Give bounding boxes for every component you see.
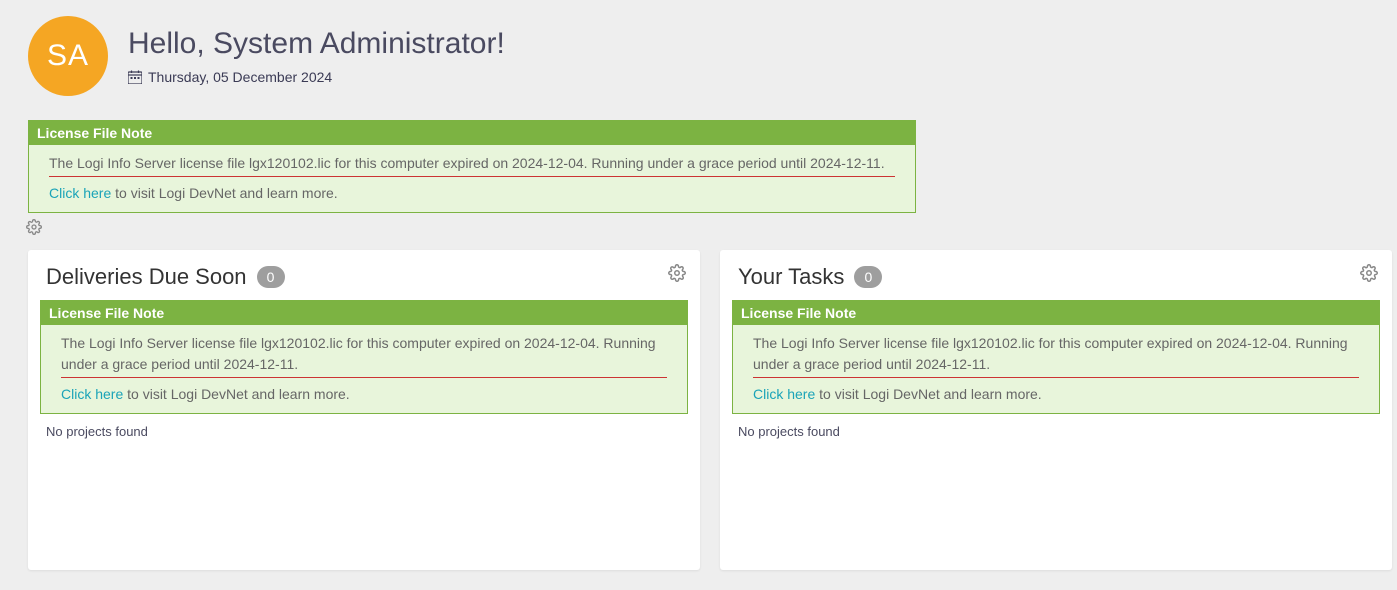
current-date: Thursday, 05 December 2024	[128, 69, 505, 85]
license-note-main: License File Note The Logi Info Server l…	[28, 120, 916, 213]
license-link-suffix: to visit Logi DevNet and learn more.	[815, 386, 1041, 402]
tasks-panel: Your Tasks 0 License File Note The Logi …	[720, 250, 1392, 570]
deliveries-empty-message: No projects found	[40, 420, 688, 443]
license-note-message: The Logi Info Server license file lgx120…	[753, 333, 1359, 378]
gear-icon	[26, 219, 42, 235]
calendar-icon	[128, 70, 142, 84]
deliveries-count-badge: 0	[257, 266, 285, 288]
greeting-title: Hello, System Administrator!	[128, 27, 505, 61]
license-note-link-line: Click here to visit Logi DevNet and lear…	[49, 183, 895, 204]
gear-icon	[1360, 264, 1378, 282]
license-note-message: The Logi Info Server license file lgx120…	[49, 153, 895, 177]
avatar-initials: SA	[47, 39, 89, 73]
license-learn-more-link[interactable]: Click here	[49, 185, 111, 201]
license-learn-more-link[interactable]: Click here	[61, 386, 123, 402]
license-note-deliveries: License File Note The Logi Info Server l…	[40, 300, 688, 414]
deliveries-title: Deliveries Due Soon	[46, 264, 247, 290]
tasks-empty-message: No projects found	[732, 420, 1380, 443]
settings-gear-top[interactable]	[26, 219, 1369, 238]
avatar: SA	[28, 16, 108, 96]
tasks-title: Your Tasks	[738, 264, 844, 290]
license-note-title: License File Note	[41, 301, 687, 325]
license-link-suffix: to visit Logi DevNet and learn more.	[123, 386, 349, 402]
deliveries-panel: Deliveries Due Soon 0 License File Note …	[28, 250, 700, 570]
license-link-suffix: to visit Logi DevNet and learn more.	[111, 185, 337, 201]
license-note-title: License File Note	[29, 121, 915, 145]
page-header: SA Hello, System Administrator! Thursday…	[28, 16, 1369, 96]
gear-icon	[668, 264, 686, 282]
license-note-link-line: Click here to visit Logi DevNet and lear…	[753, 384, 1359, 405]
tasks-count-badge: 0	[854, 266, 882, 288]
license-note-link-line: Click here to visit Logi DevNet and lear…	[61, 384, 667, 405]
tasks-settings-button[interactable]	[1360, 264, 1378, 285]
license-note-tasks: License File Note The Logi Info Server l…	[732, 300, 1380, 414]
license-note-title: License File Note	[733, 301, 1379, 325]
deliveries-settings-button[interactable]	[668, 264, 686, 285]
current-date-text: Thursday, 05 December 2024	[148, 69, 332, 85]
license-learn-more-link[interactable]: Click here	[753, 386, 815, 402]
license-note-message: The Logi Info Server license file lgx120…	[61, 333, 667, 378]
